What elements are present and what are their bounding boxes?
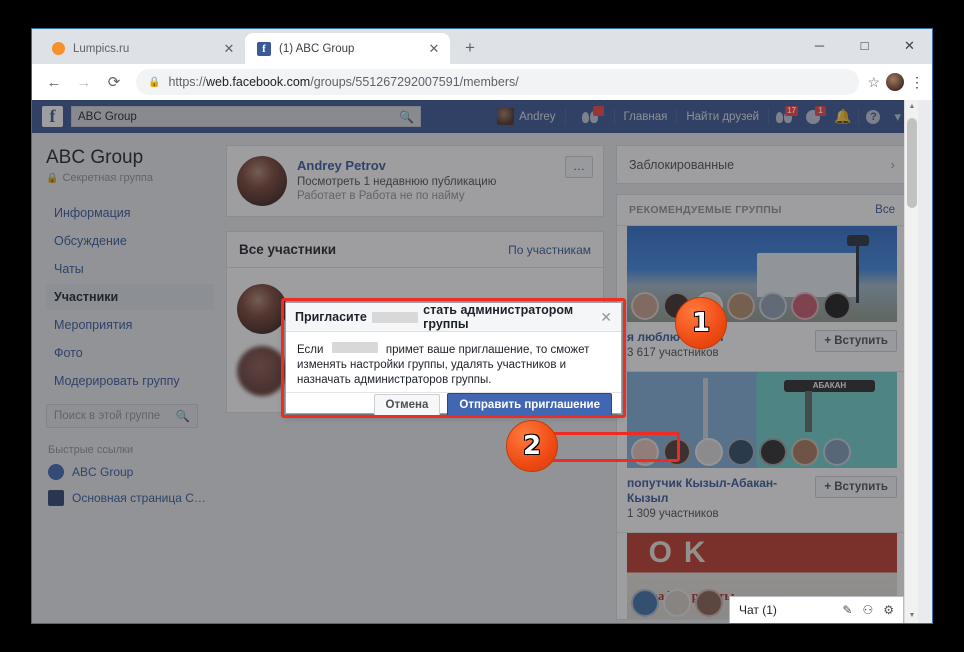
compose-message-icon[interactable]: ✎ — [842, 603, 852, 617]
new-tab-button[interactable]: + — [456, 34, 484, 62]
gear-icon[interactable]: ⚙ — [883, 603, 894, 617]
scroll-down-icon[interactable]: ▼ — [905, 609, 919, 623]
window-controls: ─ □ ✕ — [797, 29, 932, 62]
url-scheme: https:// — [168, 75, 206, 89]
annotation-box-dialog — [281, 298, 626, 418]
lock-icon: 🔒 — [148, 76, 161, 88]
reload-icon[interactable]: ⟳ — [100, 68, 128, 96]
scroll-up-icon[interactable]: ▲ — [905, 100, 919, 114]
facebook-icon: f — [257, 41, 271, 56]
browser-toolbar: ← → ⟳ 🔒 https://web.facebook.com/groups/… — [32, 64, 932, 100]
browser-tab-abc-group[interactable]: f (1) ABC Group ✕ — [245, 33, 450, 64]
browser-window: Lumpics.ru ✕ f (1) ABC Group ✕ + ─ □ ✕ ←… — [31, 28, 933, 624]
forward-icon[interactable]: → — [70, 68, 98, 96]
annotation-marker-2: 2 — [506, 420, 558, 472]
orange-dot-icon — [52, 42, 65, 55]
browser-menu-icon[interactable]: ⋮ — [910, 75, 924, 89]
scrollbar-thumb[interactable] — [907, 118, 917, 208]
tab-strip: Lumpics.ru ✕ f (1) ABC Group ✕ + ─ □ ✕ — [32, 29, 932, 64]
back-icon[interactable]: ← — [40, 68, 68, 96]
browser-tab-lumpics[interactable]: Lumpics.ru ✕ — [40, 33, 245, 64]
url-path: /groups/551267292007591/members/ — [310, 75, 519, 89]
close-window-icon[interactable]: ✕ — [887, 29, 932, 62]
tab-title: (1) ABC Group — [279, 42, 355, 55]
people-icon[interactable]: ⚇ — [862, 603, 873, 617]
bookmark-star-icon[interactable]: ☆ — [867, 74, 880, 91]
close-icon[interactable]: ✕ — [426, 41, 442, 57]
page-scrollbar[interactable]: ▲ ▼ — [904, 100, 918, 623]
annotation-marker-1: 1 — [675, 297, 727, 349]
address-bar[interactable]: 🔒 https://web.facebook.com/groups/551267… — [136, 69, 860, 95]
maximize-icon[interactable]: □ — [842, 29, 887, 62]
page-viewport: f ABC Group 🔍 Andrey Главная Найти друзе… — [32, 100, 932, 623]
chat-dock[interactable]: Чат (1) ✎ ⚇ ⚙ — [729, 596, 904, 623]
facebook-page: f ABC Group 🔍 Andrey Главная Найти друзе… — [32, 100, 918, 623]
chat-label: Чат (1) — [739, 603, 777, 617]
url-host: web.facebook.com — [205, 75, 311, 89]
tab-title: Lumpics.ru — [73, 42, 130, 55]
close-icon[interactable]: ✕ — [221, 41, 237, 57]
browser-profile-avatar[interactable] — [886, 73, 904, 91]
screen: Lumpics.ru ✕ f (1) ABC Group ✕ + ─ □ ✕ ←… — [0, 0, 964, 652]
minimize-icon[interactable]: ─ — [797, 29, 842, 62]
